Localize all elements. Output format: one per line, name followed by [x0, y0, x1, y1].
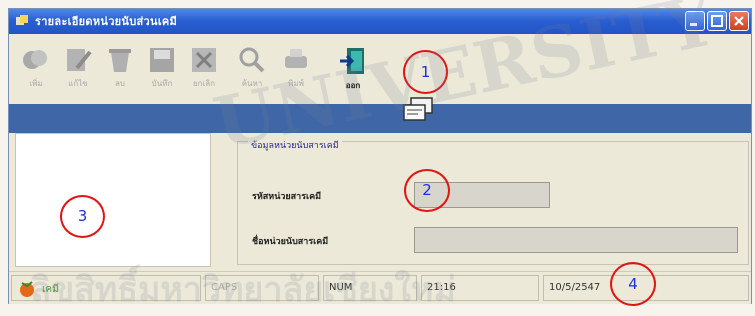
- app-window: รายละเอียดหน่วยนับส่วนเคมี เพิ่ม แก้ไข ล…: [8, 8, 752, 304]
- minimize-icon: [690, 23, 697, 26]
- title-bar[interactable]: รายละเอียดหน่วยนับส่วนเคมี: [9, 9, 751, 34]
- callout-1: 1: [403, 50, 448, 94]
- maximize-button[interactable]: [707, 11, 727, 31]
- print-icon: [285, 49, 307, 68]
- cancel-icon: [192, 48, 216, 72]
- unit-name-label: ชื่อหน่วยนับสารเคมี: [252, 237, 329, 247]
- windows-overlay-icon: [403, 97, 433, 121]
- edit-button[interactable]: แก้ไข: [59, 46, 97, 96]
- search-icon: [239, 47, 265, 73]
- search-button[interactable]: ค้นหา: [233, 46, 271, 96]
- exit-icon: [340, 48, 364, 74]
- print-button[interactable]: พิมพ์: [277, 46, 315, 96]
- app-icon: [16, 15, 28, 25]
- callout-3: 3: [60, 195, 105, 238]
- left-list-pane[interactable]: [15, 133, 211, 267]
- unit-name-field[interactable]: [414, 227, 738, 253]
- add-icon: [23, 50, 47, 69]
- cancel-button[interactable]: ยกเลิก: [185, 46, 223, 96]
- window-title: รายละเอียดหน่วยนับส่วนเคมี: [35, 15, 178, 28]
- toolbar: เพิ่ม แก้ไข ลบ บันทึก ยกเลิก ค้นหา พิมพ์: [9, 34, 751, 104]
- callout-2: 2: [404, 169, 450, 212]
- maximize-icon: [711, 15, 723, 27]
- status-time: 21:16: [421, 275, 539, 301]
- unit-code-label: รหัสหน่วยสารเคมี: [252, 192, 322, 202]
- edit-icon: [67, 49, 92, 71]
- group-legend: ข้อมูลหน่วยนับสารเคมี: [248, 138, 342, 152]
- unit-info-group: ข้อมูลหน่วยนับสารเคมี รหัสหน่วยสารเคมี ช…: [237, 138, 749, 265]
- status-num: NUM: [323, 275, 417, 301]
- delete-icon: [109, 49, 131, 72]
- add-button[interactable]: เพิ่ม: [17, 46, 55, 96]
- header-band: [9, 104, 751, 133]
- exit-button[interactable]: ออก: [334, 46, 372, 96]
- save-icon: [150, 48, 174, 72]
- tomato-logo-icon: [20, 281, 34, 297]
- status-caps: CAPS: [205, 275, 319, 301]
- minimize-button[interactable]: [685, 11, 705, 31]
- close-icon: [734, 16, 744, 26]
- save-button[interactable]: บันทึก: [143, 46, 181, 96]
- status-user-cell: เคมี: [11, 275, 201, 301]
- close-button[interactable]: [729, 11, 749, 31]
- delete-button[interactable]: ลบ: [101, 46, 139, 96]
- callout-4: 4: [610, 262, 656, 306]
